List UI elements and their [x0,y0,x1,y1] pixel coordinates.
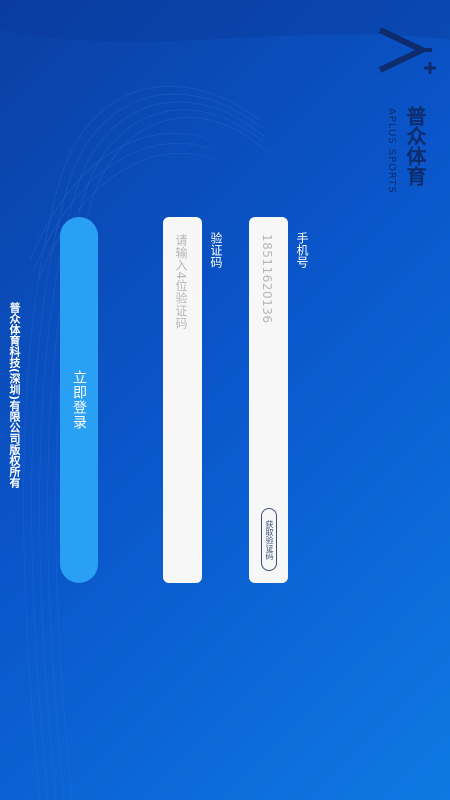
copyright-text: 普众体育科技(深圳)有限公司版权所有 [8,302,21,489]
brand-name-en: APLUS SPORTS [386,108,397,194]
send-code-label: 获取验证码 [265,519,274,560]
code-field[interactable]: 请输入4位验证码 [163,217,202,583]
login-button-label: 立即登录 [71,370,87,430]
code-label: 验证码 [209,232,223,268]
code-placeholder: 请输入4位验证码 [174,234,188,330]
send-code-button[interactable]: 获取验证码 [261,508,277,571]
phone-field[interactable]: 18511620136 获取验证码 [249,217,288,583]
brand-name-cn: 普众体育 [403,106,427,186]
login-button[interactable]: 立即登录 [60,217,98,583]
aplus-logo-icon [378,27,436,74]
phone-value: 18511620136 [260,234,274,324]
brand-logo: 普众体育 APLUS SPORTS [372,20,442,194]
phone-label: 手机号 [295,232,309,268]
